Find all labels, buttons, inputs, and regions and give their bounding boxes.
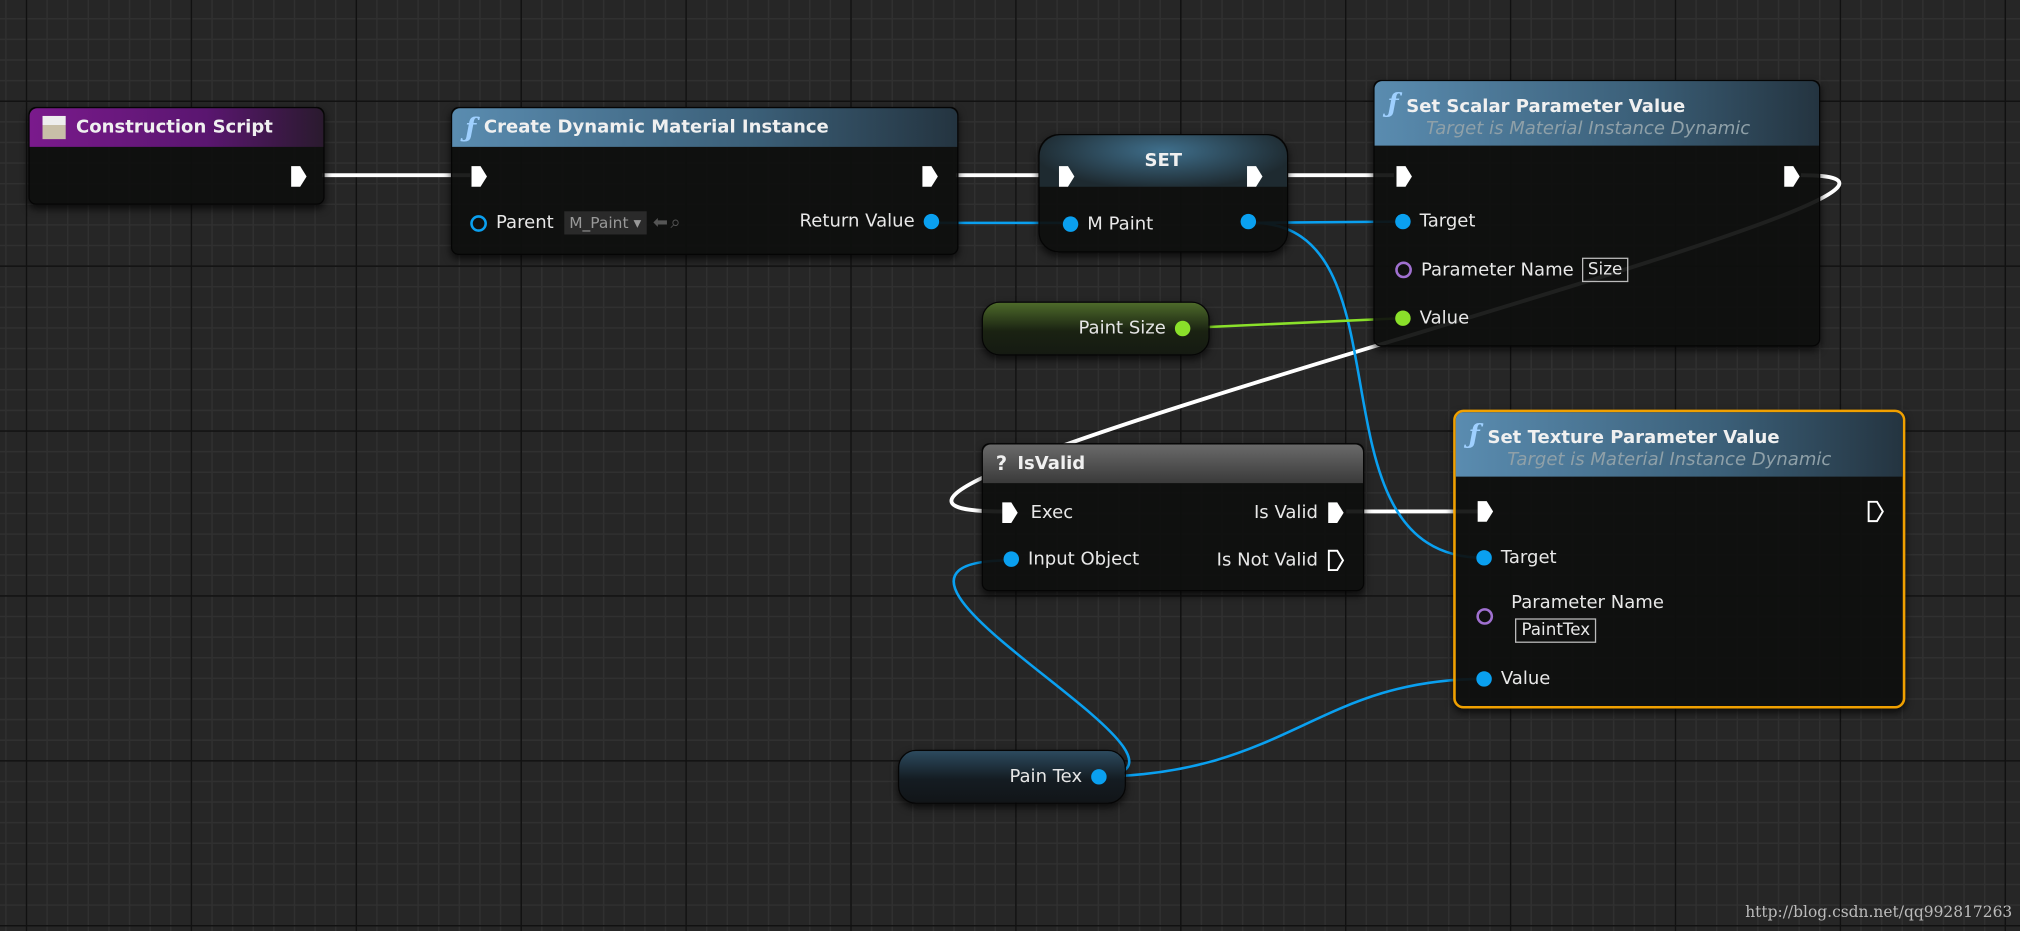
target-label: Target bbox=[1500, 547, 1557, 569]
is-valid-exec-pin[interactable] bbox=[1327, 501, 1345, 524]
exec-out-pin[interactable] bbox=[921, 165, 939, 188]
function-icon: ƒ bbox=[465, 112, 477, 143]
object-wire[interactable] bbox=[1089, 677, 1485, 779]
question-mark-icon: ? bbox=[995, 452, 1008, 476]
parameter-name-pin[interactable] bbox=[1395, 261, 1412, 279]
exec-in-pin[interactable] bbox=[1058, 165, 1076, 188]
is-valid-label: Is Valid bbox=[1253, 502, 1318, 524]
object-wire[interactable] bbox=[952, 559, 1131, 779]
set-scalar-parameter-value-node[interactable]: ƒ Set Scalar Parameter Value Target is Mat… bbox=[1373, 79, 1821, 347]
pain-tex-output-pin[interactable] bbox=[1091, 769, 1107, 785]
is-not-valid-exec-pin[interactable] bbox=[1327, 549, 1345, 572]
parent-asset-value: M_Paint bbox=[569, 213, 629, 232]
node-subtitle: Target is Material Instance Dynamic bbox=[1426, 118, 1751, 140]
exec-label: Exec bbox=[1030, 502, 1074, 524]
exec-in-pin[interactable] bbox=[1395, 165, 1413, 188]
parameter-name-pin[interactable] bbox=[1476, 608, 1494, 625]
node-subtitle: Target is Material Instance Dynamic bbox=[1507, 449, 1832, 471]
m-paint-output-pin[interactable] bbox=[1240, 213, 1257, 230]
node-title: Set Scalar Parameter Value bbox=[1406, 96, 1686, 118]
use-selected-arrow-icon[interactable]: ⬅ bbox=[653, 213, 668, 234]
variable-label: Paint Size bbox=[1078, 318, 1166, 339]
function-icon: ƒ bbox=[1387, 87, 1399, 119]
target-label: Target bbox=[1419, 211, 1476, 232]
node-title: Construction Script bbox=[76, 117, 273, 138]
pain-tex-variable-node[interactable]: Pain Tex bbox=[897, 749, 1126, 804]
node-title: IsValid bbox=[1017, 453, 1086, 475]
value-pin[interactable] bbox=[1476, 671, 1492, 687]
parameter-name-label: Parameter Name bbox=[1420, 259, 1574, 281]
is-not-valid-label: Is Not Valid bbox=[1216, 550, 1318, 571]
create-dynamic-material-instance-node[interactable]: ƒ Create Dynamic Material Instance Parent… bbox=[450, 106, 959, 256]
exec-in-pin[interactable] bbox=[1476, 500, 1494, 523]
blueprint-graph-canvas[interactable]: Construction Script ƒ Create Dynamic Mate… bbox=[0, 0, 2020, 931]
target-pin[interactable] bbox=[1395, 213, 1411, 230]
node-title: Create Dynamic Material Instance bbox=[483, 117, 829, 138]
value-pin[interactable] bbox=[1395, 310, 1411, 326]
parameter-name-label: Parameter Name bbox=[1511, 592, 1664, 614]
construction-script-icon bbox=[42, 115, 66, 140]
parameter-name-input[interactable]: Size bbox=[1581, 257, 1629, 283]
node-title: Set Texture Parameter Value bbox=[1487, 427, 1780, 449]
function-icon: ƒ bbox=[1468, 418, 1480, 450]
construction-script-node[interactable]: Construction Script bbox=[28, 106, 325, 205]
m-paint-label: M Paint bbox=[1087, 213, 1154, 235]
parent-label: Parent bbox=[495, 212, 554, 234]
chevron-down-icon: ▾ bbox=[633, 213, 642, 232]
parent-pin[interactable] bbox=[470, 214, 487, 232]
return-value-label: Return Value bbox=[799, 211, 915, 232]
node-title: SET bbox=[1144, 150, 1183, 172]
return-value-pin[interactable] bbox=[923, 213, 940, 230]
set-texture-parameter-value-node[interactable]: ƒ Set Texture Parameter Value Target is Ma… bbox=[1453, 409, 1906, 709]
input-object-pin[interactable] bbox=[1003, 551, 1020, 567]
input-object-label: Input Object bbox=[1028, 548, 1140, 570]
exec-out-pin[interactable] bbox=[1246, 165, 1264, 188]
parent-asset-dropdown[interactable]: M_Paint ▾ bbox=[564, 211, 647, 235]
value-label: Value bbox=[1500, 668, 1551, 690]
variable-label: Pain Tex bbox=[1009, 766, 1083, 788]
is-valid-node[interactable]: ? IsValid Exec Is Valid Input Object Is N… bbox=[981, 443, 1365, 592]
exec-in-pin[interactable] bbox=[1001, 501, 1019, 524]
exec-out-pin[interactable] bbox=[290, 165, 308, 188]
paint-size-variable-node[interactable]: Paint Size bbox=[981, 301, 1210, 356]
exec-in-pin[interactable] bbox=[470, 165, 488, 188]
target-pin[interactable] bbox=[1476, 550, 1492, 566]
watermark: http://blog.csdn.net/qq992817263 bbox=[1745, 903, 2013, 922]
exec-out-pin[interactable] bbox=[1867, 500, 1885, 523]
parameter-name-input[interactable]: PaintTex bbox=[1515, 618, 1597, 643]
exec-out-pin[interactable] bbox=[1783, 165, 1801, 188]
browse-search-icon[interactable]: ⌕ bbox=[671, 213, 681, 234]
m-paint-input-pin[interactable] bbox=[1062, 216, 1079, 232]
paint-size-output-pin[interactable] bbox=[1174, 320, 1191, 337]
value-label: Value bbox=[1419, 307, 1470, 329]
set-variable-node[interactable]: SET M Paint bbox=[1038, 133, 1289, 253]
